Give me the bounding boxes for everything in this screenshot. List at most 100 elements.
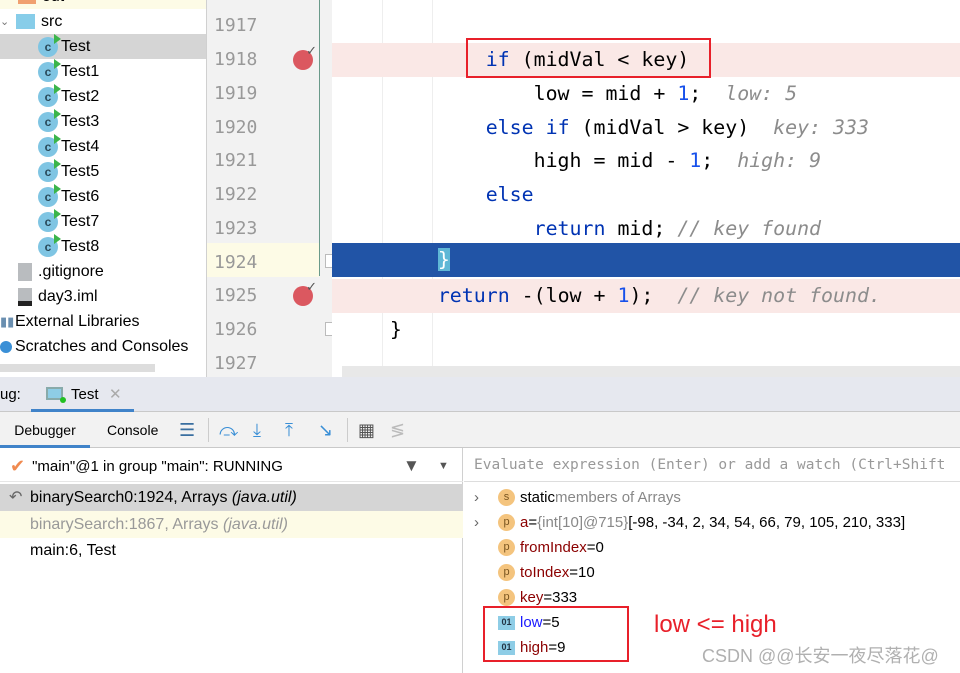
debug-tool-window-header: ug: Test ✕ — [0, 377, 960, 412]
tree-item-test5[interactable]: c Test5 — [0, 158, 206, 184]
tree-item-test8[interactable]: c Test8 — [0, 233, 206, 259]
tree-item-gitignore[interactable]: .gitignore — [0, 259, 206, 284]
debug-label: ug: — [0, 386, 21, 403]
debug-toolbar: Debugger Console ☰ ⤼ ⤓ ⤒ ↘ ▦ ≶ — [0, 412, 960, 448]
tree-item-src[interactable]: ⌄ src — [0, 9, 206, 34]
thread-selector[interactable]: ✔ "main"@1 in group "main": RUNNING ▼ ▼ — [0, 452, 463, 482]
tree-item-test6[interactable]: c Test6 — [0, 183, 206, 209]
file-icon — [18, 287, 32, 306]
annotation-box — [483, 606, 629, 662]
tree-item-test1[interactable]: c Test1 — [0, 58, 206, 84]
inline-value-hint: high: 9 — [737, 149, 822, 172]
code-line-1921: high = mid - 1; high: 9 — [533, 149, 822, 172]
inline-value-hint: key: 333 — [773, 116, 869, 139]
class-icon: c — [38, 58, 61, 82]
tab-console[interactable]: Console — [107, 412, 158, 448]
breakpoint-icon[interactable] — [293, 279, 317, 306]
chevron-down-icon: ⌄ — [0, 16, 10, 28]
project-tree: out ⌄src cTest cTest1 cTest2 cTest3 cTes… — [0, 0, 207, 377]
tree-item-out[interactable]: out — [0, 0, 206, 9]
line-number: 1920 — [214, 117, 258, 138]
trace-stream-icon: ≶ — [390, 420, 406, 440]
folder-icon — [18, 0, 36, 4]
layout-menu-icon[interactable]: ☰ — [179, 420, 195, 441]
code-line-1923: return mid; // key found — [533, 217, 822, 240]
tree-item-test[interactable]: c Test — [0, 33, 206, 59]
chevron-right-icon[interactable]: › — [474, 510, 498, 535]
code-line-1925: return -(low + 1); // key not found. — [332, 279, 960, 313]
static-icon: s — [498, 489, 515, 506]
tab-test[interactable]: Test ✕ — [31, 377, 134, 412]
variable-row[interactable]: › p a = {int[10]@715} [-98, -34, 2, 34, 54… — [474, 510, 905, 535]
annotation-box — [466, 38, 711, 78]
class-icon: c — [38, 108, 61, 132]
step-into-icon[interactable]: ⤓ — [253, 420, 261, 441]
parameter-icon: p — [498, 539, 515, 556]
horizontal-scrollbar[interactable] — [0, 364, 155, 372]
return-arrow-icon: ↶ — [9, 489, 23, 506]
annotation-text: low <= high — [654, 611, 777, 638]
tab-debugger[interactable]: Debugger — [0, 412, 90, 448]
library-icon: ▮▮ — [0, 313, 15, 329]
line-number: 1918 — [214, 49, 258, 70]
horizontal-scrollbar[interactable] — [342, 366, 960, 377]
scratches-icon — [0, 340, 12, 353]
watermark: CSDN @@长安一夜尽落花@ — [702, 646, 939, 666]
evaluate-expression-icon[interactable]: ▦ — [358, 420, 375, 441]
line-number: 1926 — [214, 319, 258, 340]
line-number: 1921 — [214, 150, 258, 171]
run-to-cursor-icon[interactable]: ↘ — [318, 420, 333, 441]
tree-item-day3-iml[interactable]: day3.iml — [0, 284, 206, 309]
frame-item[interactable]: main:6, Test — [0, 537, 463, 564]
class-icon: c — [38, 133, 61, 157]
tree-item-test3[interactable]: c Test3 — [0, 108, 206, 134]
variable-row[interactable]: p fromIndex = 0 — [498, 535, 604, 560]
class-icon: c — [38, 233, 61, 257]
frame-item[interactable]: ↶ binarySearch0:1924, Arrays (java.util) — [0, 484, 463, 511]
line-number: 1927 — [214, 353, 258, 374]
folder-icon — [16, 14, 35, 29]
variable-row[interactable]: p toIndex = 10 — [498, 560, 595, 585]
inline-value-hint: low: 5 — [725, 82, 798, 105]
variable-row[interactable]: › s static members of Arrays — [474, 485, 681, 510]
file-icon — [18, 262, 32, 281]
evaluate-expression-input[interactable]: Evaluate expression (Enter) or add a wat… — [464, 448, 960, 482]
chevron-down-icon[interactable]: ▼ — [438, 453, 449, 480]
parameter-icon: p — [498, 589, 515, 606]
class-icon: c — [38, 208, 61, 232]
step-over-icon[interactable]: ⤼ — [219, 420, 238, 441]
code-editor[interactable]: if (midVal < key) low = mid + 1; low: 5 … — [332, 0, 960, 377]
line-number: 1922 — [214, 184, 258, 205]
line-number: 1919 — [214, 83, 258, 104]
line-number: 1925 — [214, 285, 258, 306]
line-number: 1917 — [214, 15, 258, 36]
class-icon: c — [38, 183, 61, 207]
frames-panel: ✔ "main"@1 in group "main": RUNNING ▼ ▼ … — [0, 448, 463, 673]
step-out-icon[interactable]: ⤒ — [285, 420, 293, 441]
tree-item-test4[interactable]: c Test4 — [0, 133, 206, 159]
class-icon: c — [38, 33, 61, 57]
chevron-right-icon[interactable]: › — [474, 485, 498, 510]
running-indicator-icon — [60, 397, 66, 403]
execution-point-line: } — [332, 243, 960, 277]
parameter-icon: p — [498, 564, 515, 581]
tree-item-scratches[interactable]: Scratches and Consoles — [0, 334, 206, 359]
filter-icon[interactable]: ▼ — [403, 452, 420, 479]
line-number: 1924 — [214, 252, 258, 273]
code-line-1919: low = mid + 1; low: 5 — [533, 82, 798, 105]
code-line-1922: else — [485, 183, 534, 206]
tree-item-test2[interactable]: c Test2 — [0, 83, 206, 109]
check-icon: ✔ — [10, 456, 26, 476]
class-icon: c — [38, 83, 61, 107]
code-line-1920: else if (midVal > key) key: 333 — [485, 116, 869, 139]
close-icon[interactable]: ✕ — [109, 385, 122, 403]
tree-item-external-libraries[interactable]: ▮▮ External Libraries — [0, 309, 206, 334]
tree-item-test7[interactable]: c Test7 — [0, 208, 206, 234]
code-line-1926: } — [389, 318, 402, 341]
breakpoint-icon[interactable] — [293, 43, 317, 70]
class-icon: c — [38, 158, 61, 182]
parameter-icon: p — [498, 514, 515, 531]
variables-panel: Evaluate expression (Enter) or add a wat… — [464, 448, 960, 673]
frame-item[interactable]: binarySearch:1867, Arrays (java.util) — [0, 511, 463, 538]
line-number: 1923 — [214, 218, 258, 239]
